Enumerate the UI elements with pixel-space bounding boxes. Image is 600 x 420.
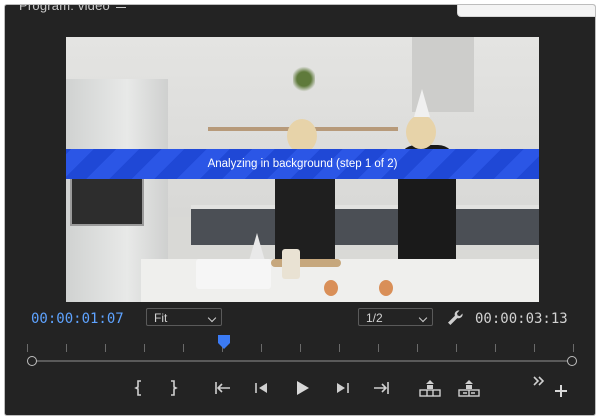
zoom-level-select[interactable]: Fit (146, 308, 222, 326)
transport-controls (5, 375, 595, 401)
mark-out-icon (171, 380, 178, 396)
ruler-tick (183, 344, 184, 352)
mark-in-icon (134, 380, 141, 396)
plus-icon (555, 385, 567, 397)
double-chevron-right-icon (533, 376, 545, 386)
scene-oven (70, 177, 144, 226)
ruler-tick (261, 344, 262, 352)
chevron-down-icon (418, 313, 428, 323)
scene-egg (379, 280, 393, 296)
extract-icon (458, 380, 480, 397)
ruler-tick (573, 344, 574, 352)
scene-cloth (196, 259, 271, 289)
play-icon (297, 381, 309, 395)
extract-button[interactable] (457, 376, 481, 400)
step-back-button[interactable] (250, 376, 274, 400)
ruler-tick (27, 344, 28, 352)
playback-resolution-value: 1/2 (366, 311, 383, 325)
scroll-end-handle[interactable] (567, 356, 577, 366)
scene-person-right (396, 89, 466, 275)
scroll-start-handle[interactable] (27, 356, 37, 366)
go-to-in-icon (215, 382, 230, 394)
zoom-scroll-bar[interactable] (27, 356, 577, 366)
ruler-tick (300, 344, 301, 352)
chevron-down-icon (207, 313, 217, 323)
zoom-level-value: Fit (154, 311, 168, 325)
go-to-out-icon (374, 382, 389, 394)
ruler-tick (66, 344, 67, 352)
ruler-tick (144, 344, 145, 352)
mark-out-button[interactable] (161, 376, 185, 400)
analyzing-banner: Analyzing in background (step 1 of 2) (66, 149, 539, 179)
panel-title: Program: video (19, 5, 110, 13)
current-timecode[interactable]: 00:00:01:07 (31, 311, 124, 327)
mark-in-button[interactable] (127, 376, 151, 400)
go-to-out-button[interactable] (369, 376, 393, 400)
step-forward-icon (337, 383, 349, 393)
playback-resolution-select[interactable]: 1/2 (358, 308, 433, 326)
scene-egg (324, 280, 338, 296)
ruler-tick (339, 344, 340, 352)
video-preview[interactable]: Analyzing in background (step 1 of 2) (66, 37, 539, 302)
lift-icon (419, 380, 441, 397)
step-back-icon (255, 383, 267, 393)
step-forward-button[interactable] (330, 376, 354, 400)
ruler-tick (495, 344, 496, 352)
program-monitor-panel: Program: video Analyzing in background (… (5, 5, 595, 415)
ruler-tick (105, 344, 106, 352)
duration-timecode: 00:00:03:13 (475, 311, 568, 327)
scene-counter (191, 209, 539, 245)
panel-header: Program: video (5, 5, 595, 23)
ruler-tick (417, 344, 418, 352)
monitor-controls-row: 00:00:01:07 Fit 1/2 00:00:03:13 (5, 305, 595, 331)
button-editor[interactable] (549, 379, 573, 403)
go-to-in-button[interactable] (211, 376, 235, 400)
scene-jar (282, 249, 300, 279)
scene-plant (293, 65, 315, 93)
ruler-tick (534, 344, 535, 352)
ruler-tick (378, 344, 379, 352)
lift-button[interactable] (418, 376, 442, 400)
ruler-tick (456, 344, 457, 352)
time-ruler[interactable] (23, 342, 581, 354)
more-controls-button[interactable] (527, 369, 551, 393)
analyzing-status-text: Analyzing in background (step 1 of 2) (207, 158, 398, 170)
hamburger-menu-icon[interactable] (116, 5, 126, 11)
wrench-icon[interactable] (445, 308, 465, 328)
panel-tab-area[interactable] (457, 5, 595, 17)
scene-party-hat (249, 233, 265, 261)
play-button[interactable] (290, 376, 314, 400)
scene-person-left (271, 119, 341, 269)
playhead-marker[interactable] (217, 334, 231, 350)
